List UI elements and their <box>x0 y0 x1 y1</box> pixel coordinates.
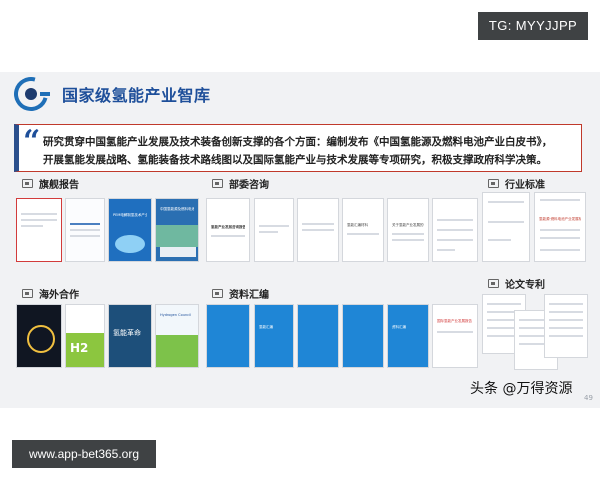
compilation-caption: 资料汇编 <box>392 325 406 329</box>
standard-doc-thumbnail[interactable] <box>482 192 530 262</box>
tg-badge: TG: MYYJJPP <box>478 12 588 40</box>
compilation-thumbnail[interactable]: 国际氢能产业发展报告 <box>432 304 478 368</box>
section-industry-standards: 行业标准 <box>488 176 545 191</box>
standard-doc-caption: 氢能源·燃料电池产业发展标准 <box>539 217 581 221</box>
consulting-doc-caption: 关于氢能产业发展的专题研究报告 <box>392 223 424 227</box>
section-overseas-cooperation: 海外合作 <box>22 286 79 301</box>
watermark-text: 头条 @万得资源 <box>470 381 573 397</box>
section-label: 行业标准 <box>505 179 545 191</box>
report-caption: 中国氢能源及燃料电池产业白皮书 <box>160 207 194 211</box>
compilation-thumbnail[interactable]: 氢能汇编 <box>254 304 294 368</box>
quote-mark-icon: “ <box>23 124 41 159</box>
report-thumbnail[interactable] <box>65 198 105 262</box>
folder-icon <box>488 178 499 188</box>
presentation-slide: 国家级氢能产业智库 “ 研究贯穿中国氢能产业发展及技术装备创新支撑的各个方面：编… <box>0 72 600 408</box>
overseas-report-caption: Hydrogen Council <box>160 313 192 317</box>
report-thumbnail[interactable]: PEM电解制氢技术产业手册 <box>108 198 152 262</box>
consulting-doc-thumbnail[interactable]: 氢能产业发展咨询报告 <box>206 198 250 262</box>
folder-icon <box>212 178 223 188</box>
quote-line-1: 研究贯穿中国氢能产业发展及技术装备创新支撑的各个方面：编制发布《中国氢能源及燃料… <box>43 136 553 148</box>
report-caption: PEM电解制氢技术产业手册 <box>113 213 147 217</box>
compilation-thumbnail[interactable] <box>342 304 384 368</box>
consulting-doc-thumbnail[interactable] <box>297 198 339 262</box>
overseas-report-caption: 氢能革命 <box>113 329 141 337</box>
think-tank-logo-icon <box>7 72 55 118</box>
section-label: 资料汇编 <box>229 289 269 301</box>
folder-icon <box>212 288 223 298</box>
section-label: 论文专利 <box>505 279 545 291</box>
slide-title: 国家级氢能产业智库 <box>62 86 211 105</box>
section-label: 部委咨询 <box>229 179 269 191</box>
compilation-thumbnail[interactable]: 资料汇编 <box>387 304 429 368</box>
section-label: 旗舰报告 <box>39 179 79 191</box>
folder-icon <box>22 288 33 298</box>
standard-doc-thumbnail[interactable]: 氢能源·燃料电池产业发展标准 <box>534 192 586 262</box>
folder-icon <box>22 178 33 188</box>
consulting-doc-thumbnail[interactable]: 关于氢能产业发展的专题研究报告 <box>387 198 429 262</box>
overseas-report-thumbnail[interactable]: 氢能革命 <box>108 304 152 368</box>
slide-title-row: 国家级氢能产业智库 <box>7 72 211 118</box>
folder-icon <box>488 278 499 288</box>
compilation-thumbnail[interactable] <box>297 304 339 368</box>
overseas-report-thumbnail[interactable]: H2 <box>65 304 105 368</box>
compilation-thumbnail[interactable] <box>206 304 250 368</box>
consulting-doc-thumbnail[interactable] <box>432 198 478 262</box>
report-thumbnail[interactable]: 中国氢能源及燃料电池产业白皮书 <box>155 198 199 262</box>
overseas-report-caption: H2 <box>70 341 89 355</box>
paper-thumbnail[interactable] <box>544 294 588 358</box>
quote-box: “ 研究贯穿中国氢能产业发展及技术装备创新支撑的各个方面：编制发布《中国氢能源及… <box>14 124 582 172</box>
consulting-doc-thumbnail[interactable]: 氢能汇编材料 <box>342 198 384 262</box>
section-papers-patents: 论文专利 <box>488 276 545 291</box>
consulting-doc-caption: 氢能汇编材料 <box>347 223 368 227</box>
consulting-doc-caption: 氢能产业发展咨询报告 <box>211 225 245 229</box>
compilation-caption: 国际氢能产业发展报告 <box>437 319 472 323</box>
quote-line-2: 开展氢能发展战略、氢能装备技术路线图以及国际氢能产业与技术发展等专项研究，积极支… <box>43 154 547 166</box>
overseas-report-thumbnail[interactable]: Hydrogen Council <box>155 304 199 368</box>
page-number: 49 <box>584 394 593 402</box>
section-ministry-consulting: 部委咨询 <box>212 176 269 191</box>
section-material-compilation: 资料汇编 <box>212 286 269 301</box>
overseas-report-thumbnail[interactable] <box>16 304 62 368</box>
url-badge: www.app-bet365.org <box>12 440 156 468</box>
consulting-doc-thumbnail[interactable] <box>254 198 294 262</box>
compilation-caption: 氢能汇编 <box>259 325 273 329</box>
section-flagship-reports: 旗舰报告 <box>22 176 79 191</box>
section-label: 海外合作 <box>39 289 79 301</box>
report-thumbnail[interactable] <box>16 198 62 262</box>
